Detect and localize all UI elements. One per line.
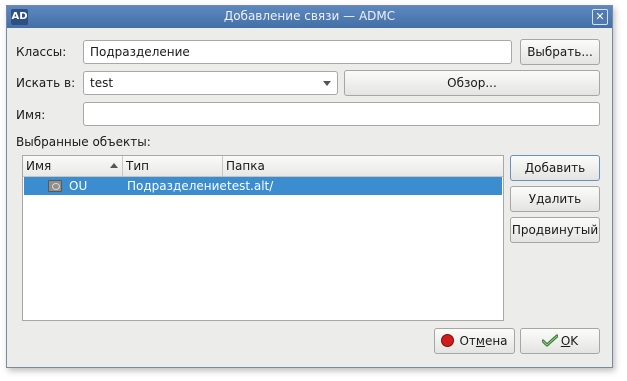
table-header: Имя Тип Папка: [23, 156, 503, 177]
browse-button[interactable]: Обзор...: [344, 70, 600, 96]
dialog-window: AD Добавление связи — ADMC ✕ Классы: Под…: [6, 5, 613, 368]
cancel-label-prefix: От: [459, 334, 476, 348]
select-button[interactable]: Выбрать...: [520, 39, 600, 65]
selected-objects-table[interactable]: Имя Тип Папка OU Подразделение test.alt/: [22, 155, 504, 321]
cancel-label-mnemonic: м: [475, 334, 485, 348]
sort-ascending-icon: [110, 163, 118, 168]
classes-field[interactable]: Подразделение: [83, 40, 512, 64]
advanced-button[interactable]: Продвинутый: [510, 217, 600, 243]
classes-label: Классы:: [16, 45, 67, 59]
ou-icon: [48, 180, 62, 192]
selected-objects-label: Выбранные объекты:: [16, 135, 151, 149]
cancel-label-suffix: ена: [484, 334, 508, 348]
column-header-name-label: Имя: [26, 159, 52, 173]
remove-button[interactable]: Удалить: [510, 186, 600, 212]
close-icon[interactable]: ✕: [592, 9, 608, 25]
add-button[interactable]: Добавить: [510, 155, 600, 181]
search-in-value: test: [90, 76, 114, 90]
column-header-name[interactable]: Имя: [23, 156, 123, 176]
row-folder: test.alt/: [227, 179, 274, 193]
chevron-down-icon: [323, 81, 331, 86]
column-header-folder[interactable]: Папка: [223, 156, 503, 176]
cancel-button[interactable]: Отмена: [434, 328, 515, 354]
ok-check-icon: [541, 334, 558, 347]
search-in-label: Искать в:: [16, 76, 76, 90]
ok-label-suffix: K: [570, 334, 579, 348]
row-name: OU: [69, 179, 88, 193]
ok-label-mnemonic: O: [560, 334, 571, 348]
name-field[interactable]: [83, 102, 600, 126]
ok-button[interactable]: OK: [520, 328, 600, 354]
window-title: Добавление связи — ADMC: [223, 9, 396, 23]
title-bar: AD Добавление связи — ADMC ✕: [7, 6, 612, 28]
cancel-icon: [441, 334, 455, 347]
column-header-type[interactable]: Тип: [123, 156, 223, 176]
name-label: Имя:: [16, 108, 46, 122]
table-row[interactable]: OU Подразделение test.alt/: [24, 177, 502, 195]
search-in-combo[interactable]: test: [83, 71, 338, 95]
row-type: Подразделение: [127, 179, 227, 193]
